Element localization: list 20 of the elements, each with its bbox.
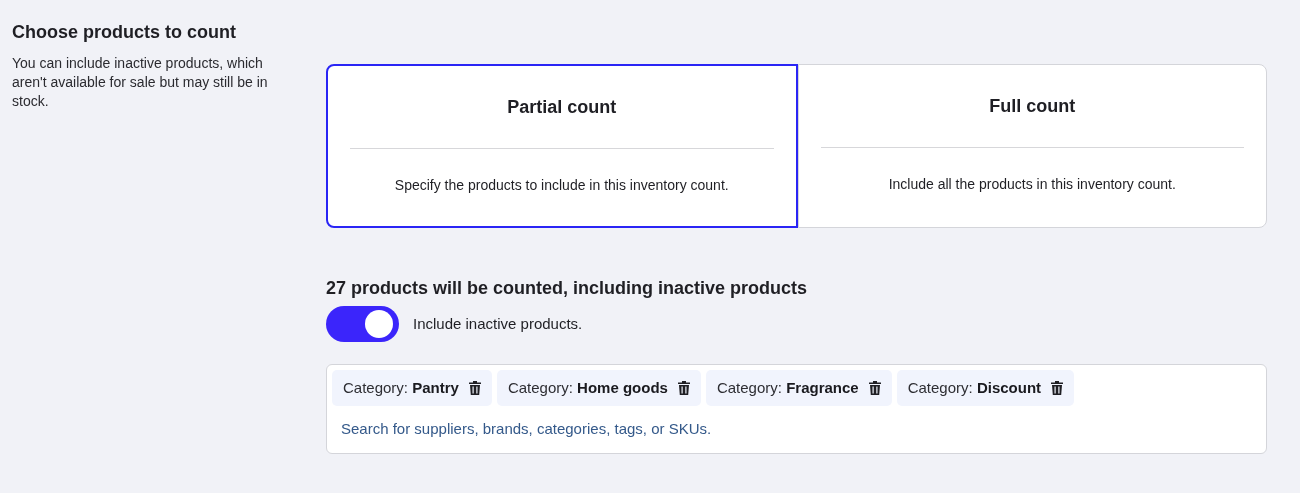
trash-icon[interactable] <box>677 381 690 395</box>
count-summary: 27 products will be counted, including inactive products <box>326 277 809 300</box>
section-description: You can include inactive products, which aren't available for sale but may still be in stock. <box>12 54 269 111</box>
filter-label: Category: Discount <box>907 377 1042 398</box>
toggle-switch[interactable] <box>326 306 399 342</box>
option-title: Full count <box>989 95 1076 118</box>
filter-label: Category: Home goods <box>507 377 668 398</box>
toggle-label: Include inactive products. <box>413 313 583 334</box>
filter-label: Category: Pantry <box>343 377 459 398</box>
trash-icon[interactable] <box>1051 381 1064 395</box>
count-option-card[interactable]: Partial count Specify the products to include in this inventory count. <box>326 64 798 228</box>
section-title: Choose products to count <box>12 21 237 44</box>
trash-icon[interactable] <box>468 381 481 395</box>
option-description: Specify the products to include in this inventory count. <box>394 176 729 195</box>
search-field[interactable]: Search for suppliers, brands, categories, tags, or SKUs. <box>341 418 1041 441</box>
option-title: Partial count <box>507 96 617 119</box>
option-description: Include all the products in this inventory count. <box>888 175 1176 194</box>
filter-label: Category: Fragrance <box>716 377 859 398</box>
trash-icon[interactable] <box>868 381 881 395</box>
count-option-card[interactable]: Full count Include all the products in this inventory count. <box>797 64 1267 228</box>
